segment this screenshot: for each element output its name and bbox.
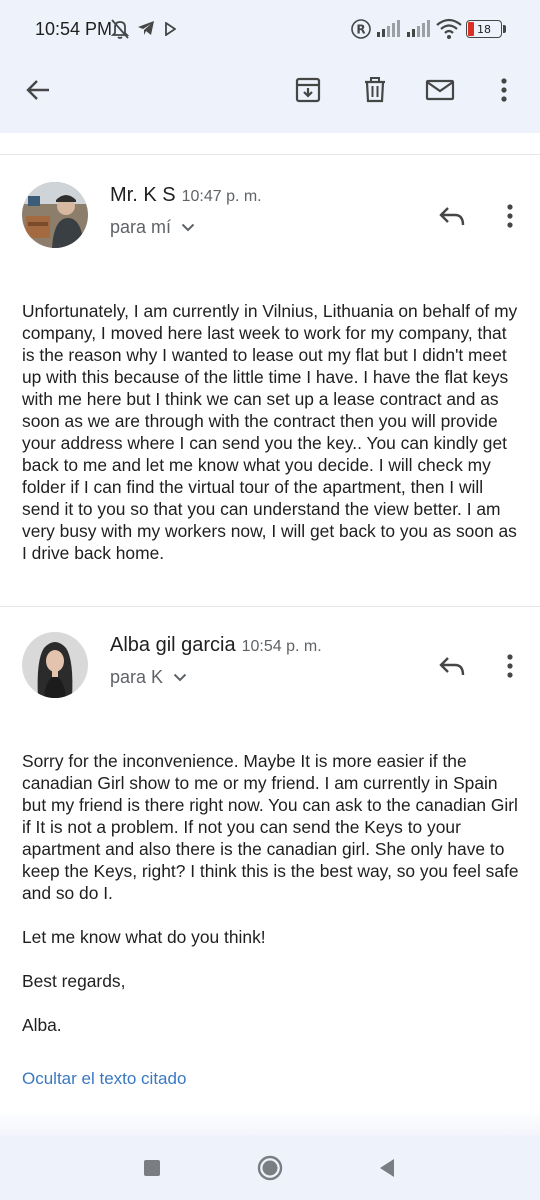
home-button[interactable] — [256, 1155, 284, 1181]
more-vert-icon — [507, 654, 513, 678]
message-body: Sorry for the inconvenience. Maybe It is… — [22, 750, 522, 1036]
message-paragraph: Unfortunately, I am currently in Vilnius… — [22, 301, 518, 563]
recipient-label: para mí — [110, 217, 172, 237]
status-time: 10:54 PM — [35, 19, 113, 39]
avatar-photo — [22, 632, 88, 698]
message-header[interactable]: Alba gil garcia 10:54 p. m. para K — [0, 632, 540, 722]
reply-button[interactable] — [434, 198, 470, 234]
archive-button[interactable] — [290, 72, 326, 108]
back-icon — [380, 1159, 394, 1177]
system-back-button[interactable] — [376, 1155, 398, 1181]
home-icon — [257, 1155, 283, 1181]
telegram-icon — [138, 21, 154, 35]
battery-tip — [503, 25, 506, 33]
message-time: 10:54 p. m. — [241, 638, 322, 655]
delete-icon — [365, 77, 385, 103]
recents-icon — [144, 1160, 160, 1176]
message-header[interactable]: Mr. K S 10:47 p. m. para mí — [0, 182, 540, 272]
sender-name: Mr. K S — [110, 184, 176, 206]
mark-unread-icon — [425, 79, 455, 101]
sender-line: Mr. K S 10:47 p. m. — [110, 184, 262, 207]
battery-icon: 18 — [466, 20, 502, 38]
play-icon — [165, 22, 176, 36]
wifi-icon — [436, 18, 462, 39]
chevron-down-icon — [181, 223, 195, 232]
more-vert-icon — [507, 204, 513, 228]
message-more-button[interactable] — [494, 198, 526, 234]
battery-percent: 18 — [477, 22, 491, 36]
registered-icon: R — [351, 19, 371, 39]
sender-line: Alba gil garcia 10:54 p. m. — [110, 634, 322, 657]
message-signature: Alba. — [22, 1015, 62, 1035]
app-bar — [0, 60, 540, 120]
more-vert-icon — [501, 78, 507, 102]
hide-quoted-text-link[interactable]: Ocultar el texto citado — [22, 1069, 186, 1089]
reply-button[interactable] — [434, 648, 470, 684]
divider — [0, 606, 540, 607]
signal-icon — [407, 20, 430, 37]
sender-name: Alba gil garcia — [110, 634, 236, 656]
chevron-down-icon — [173, 673, 187, 682]
avatar-photo — [22, 182, 88, 248]
message-paragraph: Best regards, — [22, 971, 126, 991]
bottom-fade — [0, 1110, 540, 1135]
recipient-toggle[interactable]: para mí — [110, 217, 195, 238]
signal-icon — [377, 20, 400, 37]
arrow-back-icon — [26, 80, 49, 100]
recipient-label: para K — [110, 667, 164, 687]
status-bar: 10:54 PM R 18 — [0, 0, 540, 60]
bell-off-icon — [110, 19, 130, 39]
avatar — [22, 182, 88, 248]
reply-icon — [439, 657, 465, 676]
message-paragraph: Sorry for the inconvenience. Maybe It is… — [22, 751, 519, 903]
recents-button[interactable] — [140, 1155, 164, 1181]
svg-text:R: R — [356, 23, 365, 37]
message-more-button[interactable] — [494, 648, 526, 684]
message-body: Unfortunately, I am currently in Vilnius… — [22, 300, 522, 564]
message-time: 10:47 p. m. — [181, 188, 262, 205]
delete-button[interactable] — [357, 72, 393, 108]
archive-icon — [295, 77, 321, 103]
system-nav-bar — [0, 1135, 540, 1200]
top-area: 10:54 PM R 18 — [0, 0, 540, 133]
more-options-button[interactable] — [486, 72, 522, 108]
avatar — [22, 632, 88, 698]
battery-level — [468, 22, 474, 36]
mark-unread-button[interactable] — [422, 72, 458, 108]
back-button[interactable] — [20, 72, 56, 108]
reply-icon — [439, 207, 465, 226]
recipient-toggle[interactable]: para K — [110, 667, 187, 688]
divider — [0, 154, 540, 155]
message-paragraph: Let me know what do you think! — [22, 927, 266, 947]
